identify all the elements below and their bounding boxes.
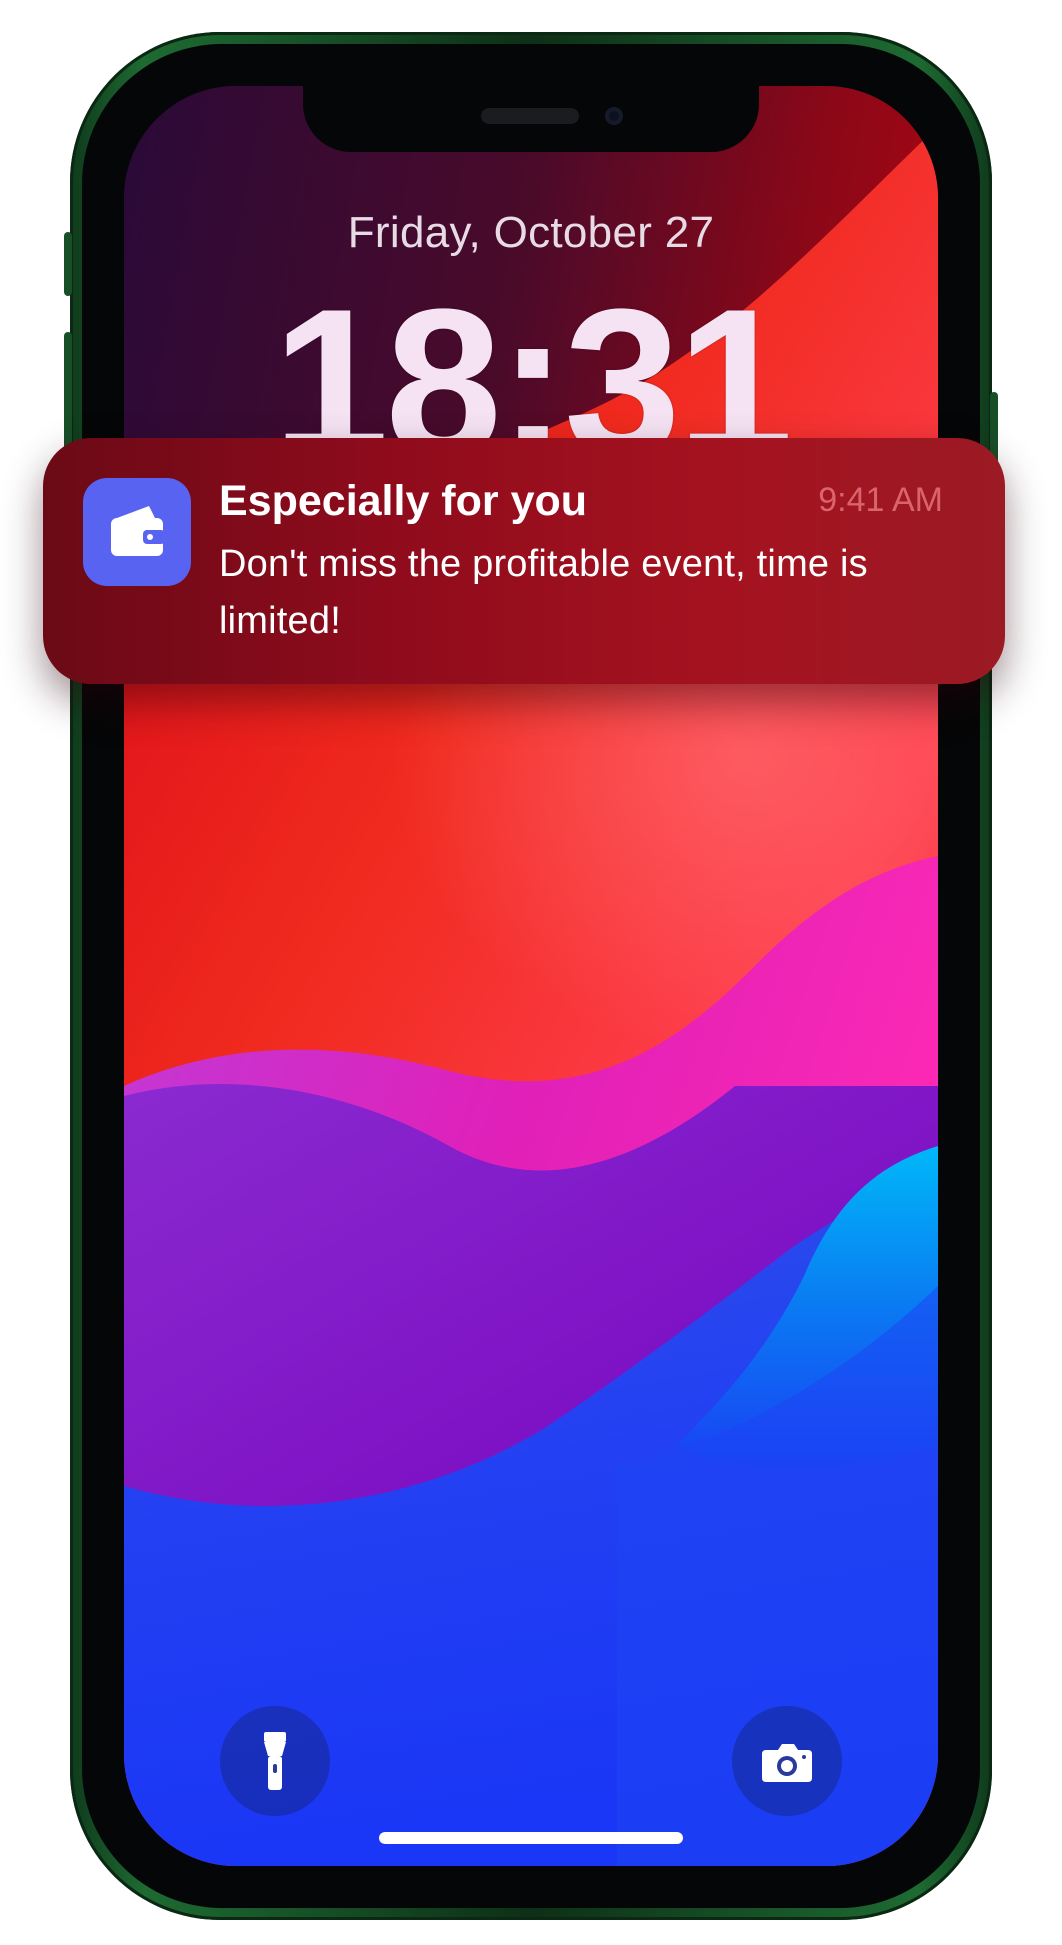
wallet-icon [111, 506, 165, 556]
camera-icon [762, 1744, 812, 1782]
phone-frame: Friday, October 27 18:31 [64, 32, 998, 1920]
lock-screen-date: Friday, October 27 [347, 208, 715, 257]
notch [303, 86, 759, 152]
home-indicator[interactable] [379, 1832, 683, 1844]
notification-body: Don't miss the profitable event, time is… [219, 543, 868, 642]
phone-bezel: Friday, October 27 18:31 [82, 44, 980, 1908]
notification-banner[interactable]: Especially for you 9:41 AM Don't miss th… [43, 438, 1005, 684]
flashlight-button[interactable] [220, 1706, 330, 1816]
camera-button[interactable] [732, 1706, 842, 1816]
screenshot-canvas: Friday, October 27 18:31 Especially for … [0, 0, 1062, 1945]
notification-title: Especially for you [219, 477, 588, 525]
app-icon [83, 478, 191, 586]
flashlight-icon [264, 1732, 286, 1790]
earpiece-speaker [481, 108, 579, 124]
lock-screen: Friday, October 27 18:31 [124, 86, 938, 1866]
mute-switch [64, 232, 72, 296]
notification-time: 9:41 AM [818, 481, 943, 519]
volume-up-button [64, 332, 72, 450]
front-camera [605, 107, 623, 125]
